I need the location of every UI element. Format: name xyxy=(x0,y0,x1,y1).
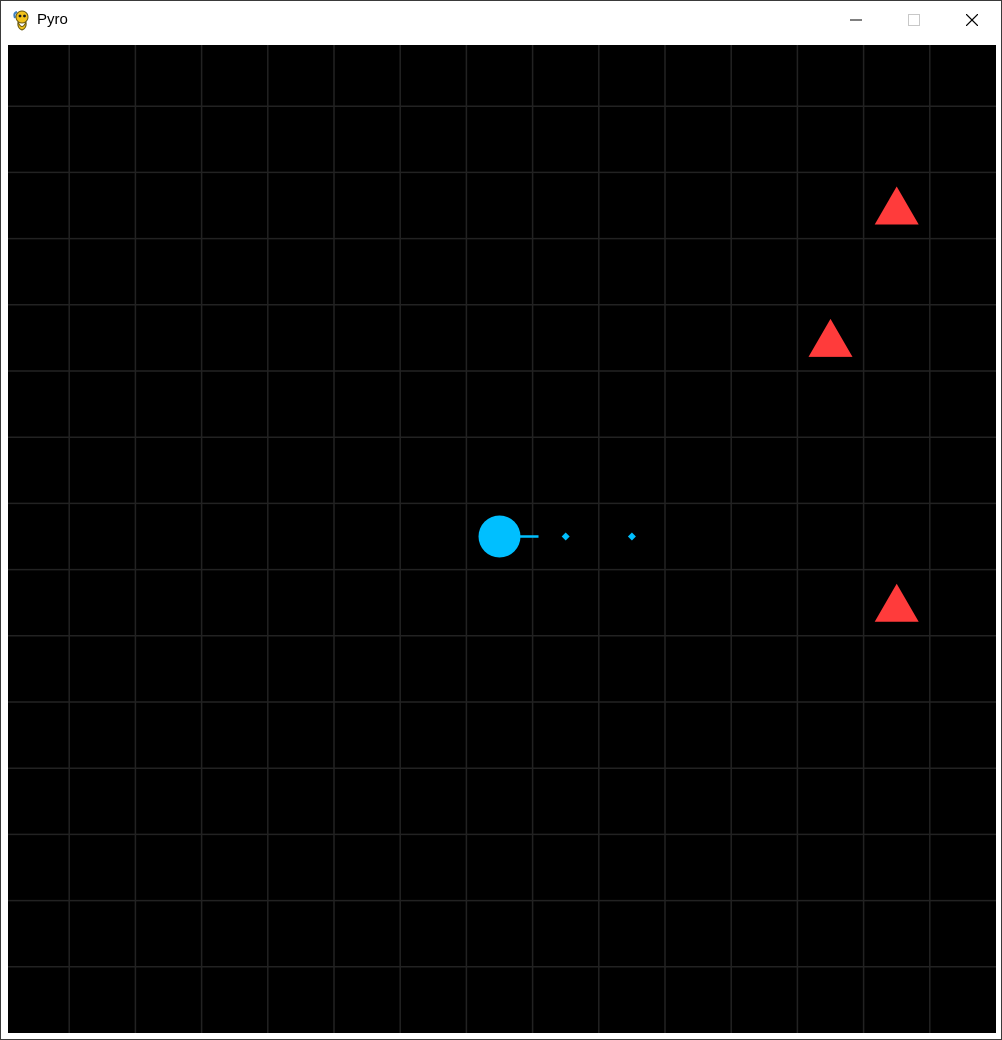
maximize-icon xyxy=(908,14,920,26)
app-window: Pyro xyxy=(0,0,1002,1040)
minimize-button[interactable] xyxy=(827,1,885,39)
close-button[interactable] xyxy=(943,1,1001,39)
pygame-snake-icon xyxy=(13,10,29,31)
minimize-icon xyxy=(850,19,862,21)
game-board xyxy=(8,45,996,1033)
player-ship xyxy=(478,515,521,558)
maximize-button[interactable] xyxy=(885,1,943,39)
close-icon xyxy=(966,14,978,26)
game-canvas[interactable] xyxy=(8,45,996,1033)
title-bar[interactable]: Pyro xyxy=(1,1,1001,41)
window-title: Pyro xyxy=(37,11,68,28)
